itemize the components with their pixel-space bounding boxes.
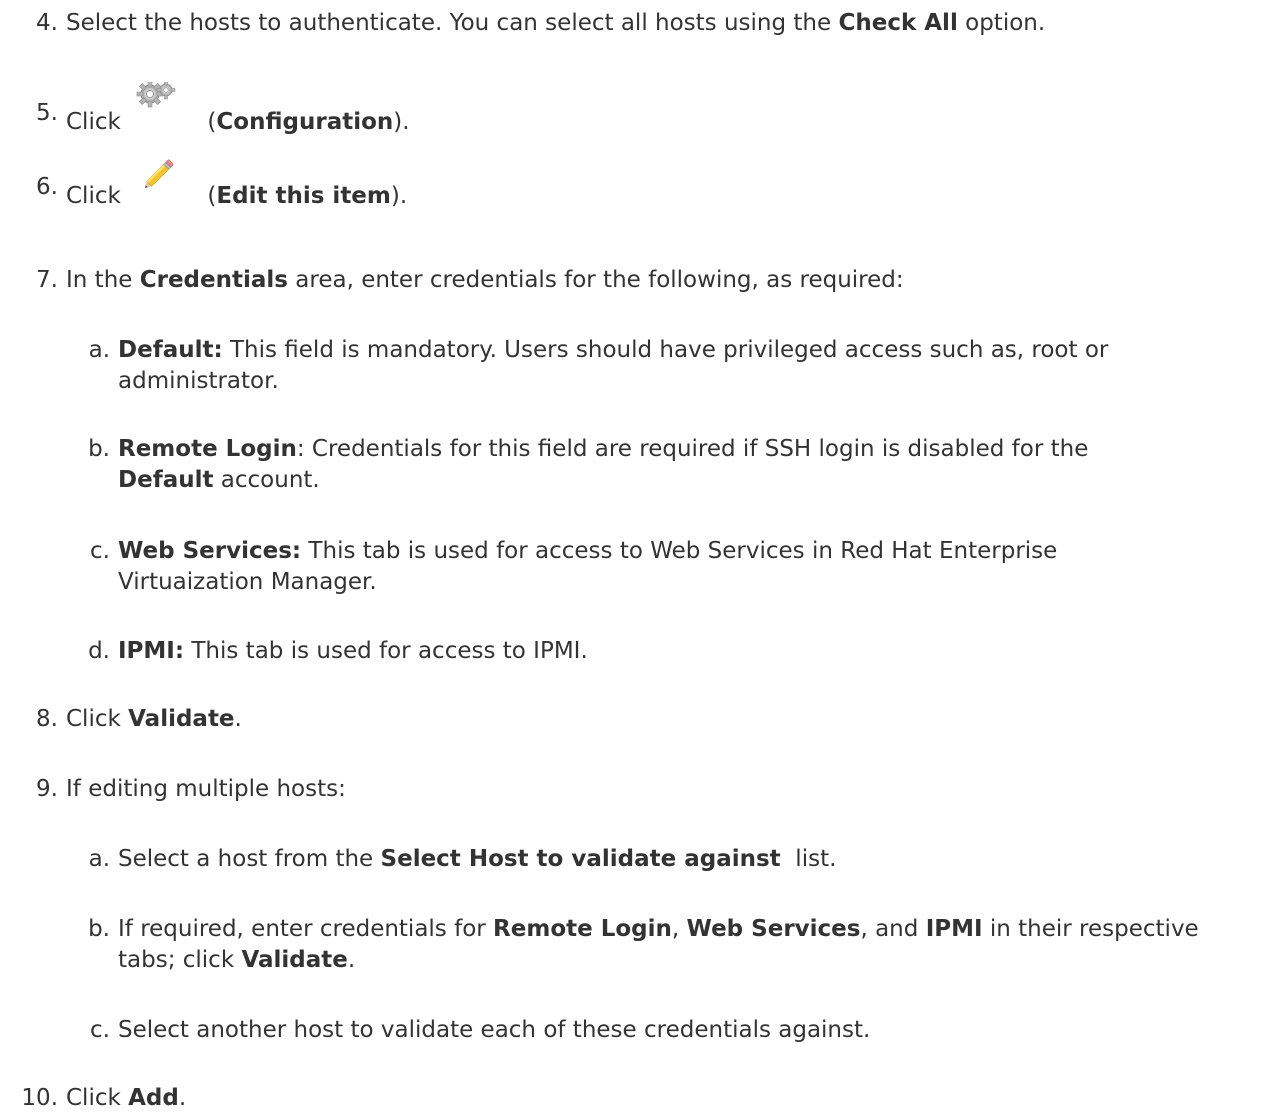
ui-term: Edit this item — [216, 182, 391, 209]
substep-text: Select a host from the Select Host to va… — [118, 846, 837, 872]
step-text: Click Validate. — [66, 706, 242, 732]
ui-term: Web Services: — [118, 538, 302, 564]
step-number: 10. — [21, 1085, 58, 1111]
substep-text: Select another host to validate each of … — [118, 1017, 871, 1043]
ui-term: IPMI: — [118, 638, 185, 664]
substep-letter: c. — [90, 1017, 110, 1043]
ui-term: Remote Login — [118, 436, 297, 462]
step-number: 6. — [36, 174, 58, 200]
procedure-document: 4. Select the hosts to authenticate. You… — [0, 0, 1284, 1117]
ui-term: Credentials — [139, 267, 288, 293]
step-number: 5. — [36, 100, 58, 126]
substep-text: IPMI: This tab is used for access to IPM… — [118, 638, 588, 664]
ui-term: Validate — [128, 706, 235, 732]
ui-term: Add — [128, 1085, 179, 1111]
step-text: Select the hosts to authenticate. You ca… — [66, 10, 1046, 36]
ui-term: Configuration — [216, 108, 394, 135]
step-text: Click (Configuration). — [66, 80, 410, 135]
step-text: In the Credentials area, enter credentia… — [66, 267, 904, 293]
substep-text: Default: This field is mandatory. Users … — [118, 337, 1109, 395]
ui-term: Default — [118, 467, 214, 494]
ui-term: Default: — [118, 337, 223, 363]
ui-term: Check All — [838, 10, 958, 36]
step-text: Click (Edit this item). — [66, 156, 407, 209]
substep-letter: d. — [88, 638, 110, 664]
substep-letter: c. — [90, 538, 110, 564]
ui-term: Web Services — [686, 916, 861, 942]
substep-letter: a. — [88, 337, 110, 363]
substep-text: Remote Login: Credentials for this field… — [118, 436, 1089, 494]
substep-letter: a. — [88, 846, 110, 872]
step-number: 7. — [36, 267, 58, 293]
step-number: 8. — [36, 706, 58, 732]
ui-term: Select Host to validate against — [380, 846, 781, 872]
step-text: If editing multiple hosts: — [66, 776, 346, 802]
step-number: 9. — [36, 776, 58, 802]
pencil-icon — [134, 156, 194, 196]
ui-term: Validate — [241, 947, 348, 974]
step-text: Click Add. — [66, 1085, 187, 1111]
step-number: 4. — [36, 10, 58, 36]
substep-letter: b. — [88, 916, 110, 942]
substep-text: Web Services: This tab is used for acces… — [118, 538, 1058, 596]
substep-letter: b. — [88, 436, 110, 462]
substep-text: If required, enter credentials for Remot… — [118, 916, 1199, 974]
gear-icon — [134, 80, 194, 122]
ui-term: Remote Login — [493, 916, 672, 942]
ui-term: IPMI — [925, 916, 983, 942]
